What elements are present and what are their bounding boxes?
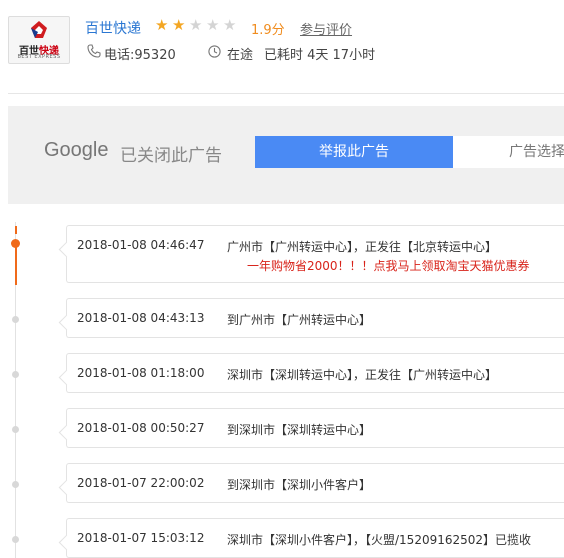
tracking-event-card: 2018-01-07 15:03:12 深圳市【深圳小件客户】，【火盟/15209… [66,518,564,558]
event-time: 2018-01-08 00:50:27 [77,421,205,435]
timeline-dot [12,426,19,433]
tracking-event-card: 2018-01-07 22:00:02 到深圳市【深圳小件客户】 [66,463,564,503]
tracking-event-card: 2018-01-08 01:18:00 深圳市【深圳转运中心】，正发往【广州转运中… [66,353,564,393]
star-rating: ★ ★ ★ ★ ★ [155,16,240,34]
promo-link[interactable]: 一年购物省2000！！！点我马上领取淘宝天猫优惠券 [247,257,530,274]
event-description: 广州市【广州转运中心】，正发往【北京转运中心】 [227,240,498,254]
event-time: 2018-01-08 04:46:47 [77,238,205,252]
logo-en: BEST EXPRESS [17,54,61,60]
report-ad-button[interactable]: 举报此广告 [255,136,453,168]
best-express-logo-icon [31,21,47,38]
elapsed-time: 已耗时 4天 17小时 [264,48,376,63]
company-name-link[interactable]: 百世快递 [85,18,141,38]
event-description: 深圳市【深圳转运中心】，正发往【广州转运中心】 [227,368,498,382]
phone-number: 电话:95320 [104,48,176,63]
star-empty-icon: ★ [206,16,221,34]
star-empty-icon: ★ [189,16,204,34]
star-empty-icon: ★ [223,16,238,34]
timeline-dot-active [11,239,20,248]
closed-ad-panel: Google 已关闭此广告 举报此广告 广告选择 [8,106,564,204]
event-description: 到深圳市【深圳转运中心】 [227,423,372,437]
star-full-icon: ★ [155,16,170,34]
event-time: 2018-01-07 22:00:02 [77,476,205,490]
review-link[interactable]: 参与评价 [300,19,352,38]
timeline-dot [12,371,19,378]
tracking-event-card: 2018-01-08 04:43:13 到广州市【广州转运中心】 [66,298,564,338]
ad-closed-text: 已关闭此广告 [120,146,222,166]
rating-score: 1.9分 [251,23,285,38]
event-description: 到深圳市【深圳小件客户】 [227,478,372,492]
ad-choices-button[interactable]: 广告选择 [453,136,564,168]
courier-header: 百世快递 BEST EXPRESS 百世快递 ★ ★ ★ ★ ★ 1.9分 参与评价 电… [8,16,564,94]
timeline-active-line [15,245,17,285]
event-time: 2018-01-08 01:18:00 [77,366,205,380]
google-brand: Google [44,139,109,161]
tracking-event-card: 2018-01-08 04:46:47 广州市【广州转运中心】，正发往【北京转运中… [66,225,564,283]
tracking-event-card: 2018-01-08 00:50:27 到深圳市【深圳转运中心】 [66,408,564,448]
event-description: 到广州市【广州转运中心】 [227,313,372,327]
clock-icon [208,45,221,58]
timeline-dot [12,316,19,323]
courier-logo: 百世快递 BEST EXPRESS [8,16,70,64]
star-full-icon: ★ [172,16,187,34]
timeline-active-line [15,226,17,234]
event-time: 2018-01-07 15:03:12 [77,531,205,545]
event-time: 2018-01-08 04:43:13 [77,311,205,325]
event-description: 深圳市【深圳小件客户】，【火盟/15209162502】已揽收 [227,533,532,547]
phone-icon [87,44,101,58]
shipment-status: 在途 [227,48,254,63]
timeline-dot [12,481,19,488]
timeline-dot [12,536,19,543]
